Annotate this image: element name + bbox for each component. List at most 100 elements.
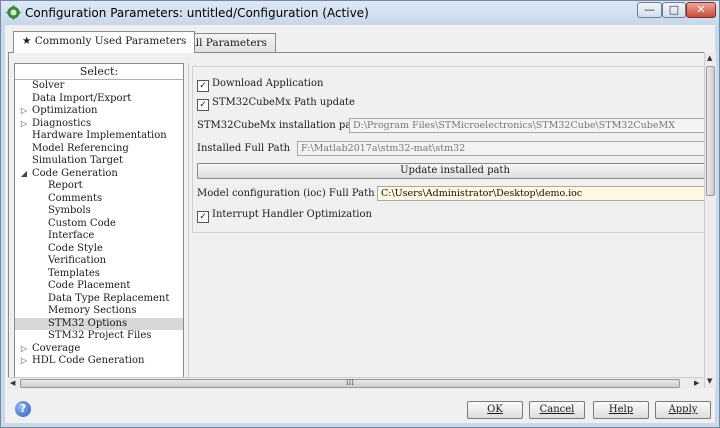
- tree-item-label: STM32 Options: [48, 317, 128, 329]
- close-icon: ✕: [696, 3, 706, 16]
- tree-item-label: Templates: [48, 267, 100, 279]
- dialog-content: ★ Commonly Used Parameters ≡ All Paramet…: [5, 25, 716, 423]
- installed-full-path-field[interactable]: F:\Matlab2017a\stm32-mat\stm32: [297, 141, 713, 156]
- tree-item[interactable]: Custom Code: [15, 218, 183, 231]
- tree-item-label: Optimization: [32, 105, 98, 116]
- category-tree[interactable]: Select: Solver Data Import/Export ▷ Optimiz…: [14, 63, 184, 378]
- interrupt-handler-checkbox[interactable]: ✓: [197, 211, 209, 223]
- cubemx-path-update-checkbox[interactable]: ✓: [197, 99, 209, 111]
- tree-item[interactable]: Memory Sections: [15, 305, 183, 318]
- scroll-right-icon[interactable]: ▶: [694, 379, 699, 387]
- tab-panel: Select: Solver Data Import/Export ▷ Optimiz…: [8, 52, 713, 388]
- scroll-down-icon[interactable]: ▼: [707, 377, 712, 385]
- download-application-checkbox[interactable]: ✓: [197, 80, 209, 92]
- vertical-scrollbar[interactable]: ▲ ▼: [704, 52, 716, 388]
- tree-item-label: Model Referencing: [32, 142, 129, 154]
- tree-item[interactable]: Code Style: [15, 243, 183, 256]
- tree-item[interactable]: STM32 Options: [15, 317, 183, 330]
- tree-item[interactable]: Comments: [15, 193, 183, 206]
- close-button[interactable]: ✕: [686, 2, 716, 18]
- interrupt-handler-label: Interrupt Handler Optimization: [212, 209, 372, 220]
- help-button[interactable]: Help: [593, 401, 649, 419]
- tab-label: All Parameters: [188, 37, 267, 49]
- tree-item[interactable]: Data Import/Export: [15, 93, 183, 106]
- apply-button[interactable]: Apply: [655, 401, 711, 419]
- interrupt-handler-row[interactable]: ✓ Interrupt Handler Optimization: [197, 209, 372, 223]
- tree-item[interactable]: STM32 Project Files: [15, 330, 183, 343]
- tree-item-label: Custom Code: [48, 217, 116, 229]
- tree-item[interactable]: Solver: [15, 80, 183, 93]
- window-title: Configuration Parameters: untitled/Confi…: [25, 6, 369, 20]
- tree-item-label: Interface: [48, 230, 95, 241]
- tree-item[interactable]: Code Placement: [15, 280, 183, 293]
- tree-item[interactable]: ▷ Diagnostics: [15, 118, 183, 131]
- collapse-arrow-icon[interactable]: ◢: [19, 168, 29, 181]
- download-application-label: Download Application: [212, 78, 324, 89]
- tree-item-label: Comments: [48, 192, 103, 204]
- tree-item-label: Solver: [32, 80, 65, 91]
- stm32-options-group: ✓ Download Application ✓ STM32CubeMx Path …: [192, 66, 713, 233]
- tree-item[interactable]: ◢ Code Generation: [15, 168, 183, 181]
- tree-item-label: Code Generation: [32, 167, 118, 179]
- model-config-path-field[interactable]: C:\Users\Administrator\Desktop\demo.ioc: [377, 186, 713, 201]
- cubemx-path-update-row[interactable]: ✓ STM32CubeMx Path update: [197, 97, 355, 111]
- tab-label: Commonly Used Parameters: [34, 35, 187, 47]
- scroll-grip: III: [345, 379, 355, 387]
- cubemx-install-path-label: STM32CubeMx installation path: [197, 120, 362, 131]
- tree-header: Select:: [15, 64, 183, 80]
- tree-item[interactable]: Data Type Replacement: [15, 293, 183, 306]
- tree-item[interactable]: Model Referencing: [15, 143, 183, 156]
- horizontal-scroll-thumb[interactable]: III: [20, 379, 680, 388]
- maximize-button[interactable]: □: [662, 2, 686, 18]
- expand-arrow-icon[interactable]: ▷: [19, 118, 29, 131]
- maximize-icon: □: [668, 3, 680, 16]
- tree-item-label: Coverage: [32, 342, 81, 354]
- tree-item[interactable]: Report: [15, 180, 183, 193]
- tree-item-label: Data Import/Export: [32, 92, 132, 104]
- expand-arrow-icon[interactable]: ▷: [19, 355, 29, 368]
- model-config-path-label: Model configuration (ioc) Full Path: [197, 188, 375, 199]
- tree-item[interactable]: Interface: [15, 230, 183, 243]
- horizontal-scrollbar[interactable]: ◀ III ▶: [8, 377, 704, 389]
- config-window: Configuration Parameters: untitled/Confi…: [0, 0, 720, 428]
- tree-item-label: Memory Sections: [48, 305, 137, 316]
- tab-commonly-used[interactable]: ★ Commonly Used Parameters: [13, 31, 196, 53]
- update-installed-path-button[interactable]: Update installed path: [197, 163, 713, 179]
- download-application-row[interactable]: ✓ Download Application: [197, 78, 323, 92]
- tree-item[interactable]: Hardware Implementation: [15, 130, 183, 143]
- tree-item[interactable]: Symbols: [15, 205, 183, 218]
- tree-item-label: HDL Code Generation: [32, 355, 145, 366]
- tree-item[interactable]: Verification: [15, 255, 183, 268]
- tree-item-label: Code Style: [48, 242, 103, 254]
- scroll-up-icon[interactable]: ▲: [707, 54, 712, 62]
- installed-full-path-label: Installed Full Path: [197, 143, 291, 154]
- tree-item-label: Simulation Target: [32, 155, 123, 166]
- star-icon: ★: [22, 35, 32, 47]
- minimize-button[interactable]: —: [637, 2, 662, 18]
- cancel-button[interactable]: Cancel: [529, 401, 585, 419]
- tree-item-label: Verification: [48, 255, 107, 266]
- tree-item-label: Report: [48, 180, 83, 191]
- cubemx-install-path-field[interactable]: D:\Program Files\STMicroelectronics\STM3…: [349, 118, 713, 133]
- expand-arrow-icon[interactable]: ▷: [19, 105, 29, 118]
- tree-item-label: Hardware Implementation: [32, 130, 167, 141]
- settings-pane: ✓ Download Application ✓ STM32CubeMx Path …: [188, 63, 713, 378]
- minimize-icon: —: [644, 3, 655, 16]
- tree-item-label: Data Type Replacement: [48, 292, 170, 304]
- tree-item[interactable]: Templates: [15, 268, 183, 281]
- tree-item[interactable]: ▷ HDL Code Generation: [15, 355, 183, 368]
- tree-item[interactable]: ▷ Coverage: [15, 343, 183, 356]
- title-bar[interactable]: Configuration Parameters: untitled/Confi…: [1, 1, 719, 25]
- tree-item[interactable]: ▷ Optimization: [15, 105, 183, 118]
- tree-item-label: Diagnostics: [32, 117, 92, 129]
- tree-item-label: STM32 Project Files: [48, 330, 152, 341]
- tree-item-label: Code Placement: [48, 280, 131, 291]
- tree-item[interactable]: Simulation Target: [15, 155, 183, 168]
- vertical-scroll-thumb[interactable]: [706, 66, 715, 196]
- tree-item-label: Symbols: [48, 205, 91, 216]
- ok-button[interactable]: OK: [467, 401, 523, 419]
- scroll-left-icon[interactable]: ◀: [10, 379, 15, 387]
- expand-arrow-icon[interactable]: ▷: [19, 343, 29, 356]
- help-icon[interactable]: ?: [15, 401, 31, 417]
- cubemx-path-update-label: STM32CubeMx Path update: [212, 97, 355, 108]
